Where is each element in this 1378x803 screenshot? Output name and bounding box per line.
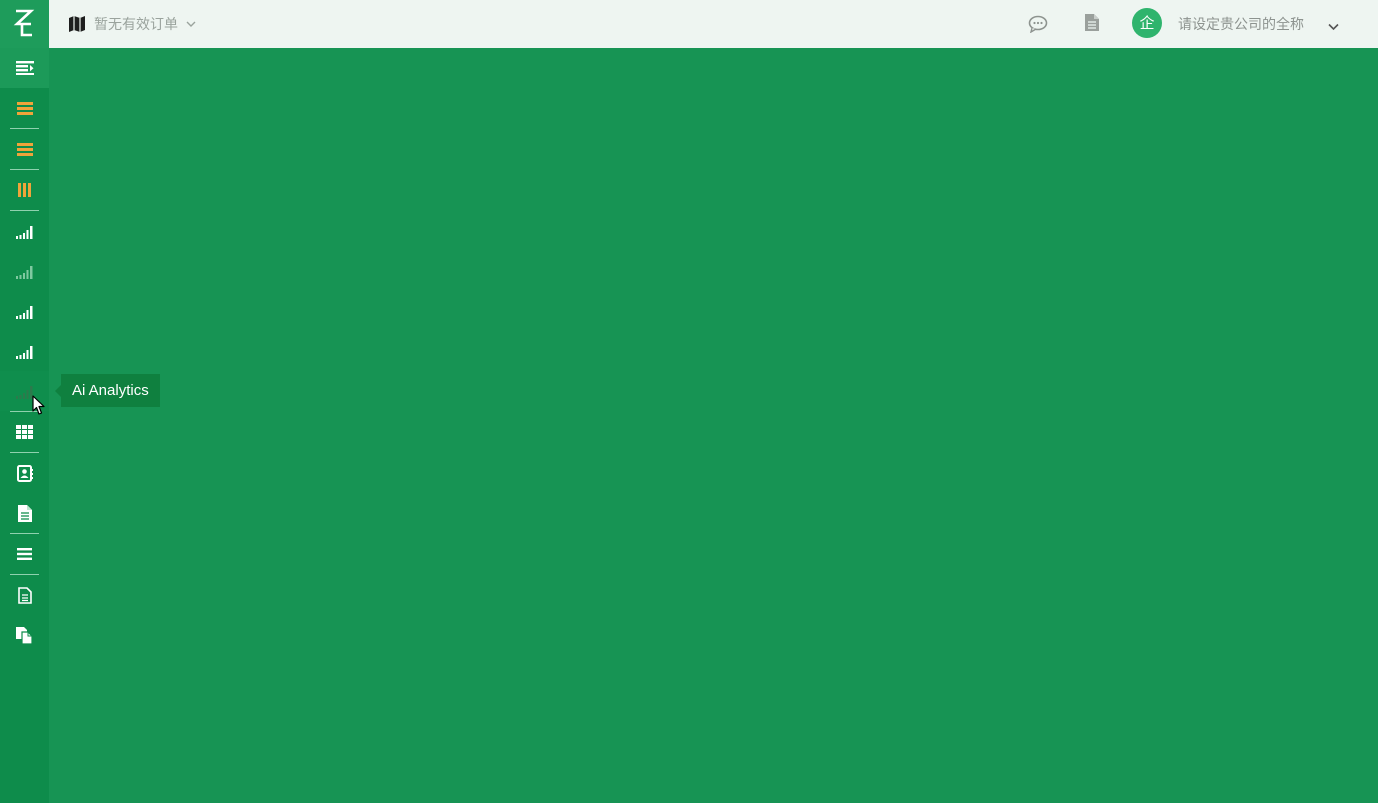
sidebar-item-copies[interactable] (0, 615, 49, 655)
sidebar-item-analytics-4[interactable] (0, 331, 49, 371)
signal-bars-icon (16, 225, 33, 239)
order-selector[interactable]: 暂无有效订单 (68, 14, 196, 34)
sidebar-item-analytics-3[interactable] (0, 291, 49, 331)
sidebar-item-documents[interactable] (0, 493, 49, 533)
sidebar-toggle-button[interactable] (0, 48, 49, 88)
signal-bars-icon (16, 345, 33, 359)
collapse-menu-icon (15, 61, 34, 75)
map-icon (69, 16, 85, 32)
list-icon (16, 142, 33, 156)
signal-bars-icon (16, 305, 33, 319)
contact-book-icon (16, 464, 33, 482)
company-name[interactable]: 请设定贵公司的全称 (1178, 14, 1304, 34)
top-bar: 暂无有效订单 企 请设定贵公司的全称 (0, 0, 1378, 48)
document-icon (17, 504, 32, 522)
menu-icon (17, 548, 32, 560)
sidebar-item-list-1[interactable] (0, 88, 49, 128)
sidebar-item-analytics-2[interactable] (0, 251, 49, 291)
signal-bars-icon (16, 265, 33, 279)
signal-bars-icon (16, 385, 33, 399)
document-outline-icon (17, 586, 32, 604)
sidebar-item-reports[interactable] (0, 575, 49, 615)
columns-icon (18, 183, 31, 197)
app-logo[interactable] (0, 0, 49, 48)
sidebar-item-menu[interactable] (0, 534, 49, 574)
tooltip: Ai Analytics (55, 374, 160, 407)
sidebar-item-analytics-1[interactable] (0, 211, 49, 251)
sidebar-item-columns[interactable] (0, 170, 49, 210)
document-icon[interactable] (1084, 13, 1100, 37)
list-icon (16, 101, 33, 115)
mouse-cursor-icon (32, 395, 46, 421)
chat-icon[interactable] (1028, 15, 1048, 38)
grid-icon (16, 425, 33, 439)
order-label: 暂无有效订单 (94, 16, 178, 32)
copy-document-icon (16, 626, 33, 644)
avatar[interactable]: 企 (1132, 8, 1162, 38)
sidebar-item-contacts[interactable] (0, 453, 49, 493)
chevron-down-icon[interactable] (1328, 18, 1339, 36)
main-content (49, 48, 1378, 803)
zc-logo-icon (13, 9, 35, 37)
chevron-down-icon (186, 21, 196, 27)
sidebar-item-list-2[interactable] (0, 129, 49, 169)
sidebar (0, 48, 49, 803)
